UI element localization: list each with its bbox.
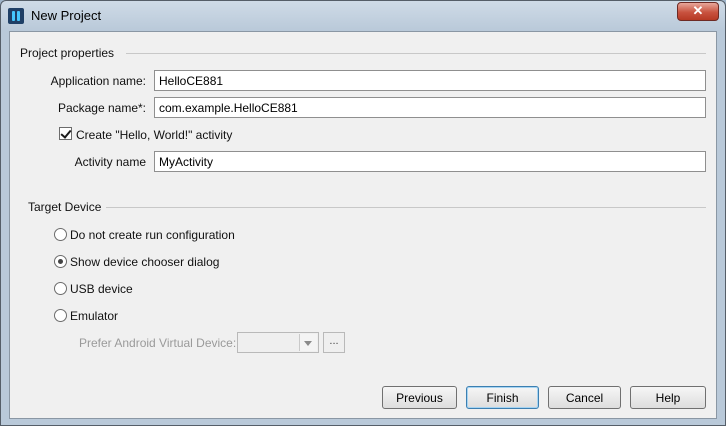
dialog-content: Project properties Application name: Pac… bbox=[9, 31, 717, 419]
radio-show-device-chooser-label[interactable]: Show device chooser dialog bbox=[70, 255, 219, 269]
activity-name-label: Activity name bbox=[74, 155, 146, 169]
create-activity-checkbox[interactable] bbox=[59, 127, 72, 140]
previous-button[interactable]: Previous bbox=[382, 386, 457, 409]
close-icon: ✕ bbox=[692, 3, 704, 18]
radio-emulator[interactable] bbox=[54, 309, 67, 322]
package-name-input[interactable] bbox=[154, 97, 706, 118]
prefer-avd-label: Prefer Android Virtual Device: bbox=[79, 336, 237, 350]
window-title: New Project bbox=[31, 8, 102, 23]
avd-select[interactable] bbox=[237, 332, 319, 353]
intellij-idea-icon bbox=[8, 8, 24, 24]
new-project-dialog: New Project ✕ Project properties Applica… bbox=[0, 0, 726, 426]
radio-usb-device-label[interactable]: USB device bbox=[70, 282, 133, 296]
help-button[interactable]: Help bbox=[630, 386, 706, 409]
radio-show-device-chooser[interactable] bbox=[54, 255, 67, 268]
package-name-label: Package name*: bbox=[57, 101, 146, 115]
radio-no-run-config-label[interactable]: Do not create run configuration bbox=[70, 228, 235, 242]
section-divider bbox=[126, 53, 706, 54]
section-divider bbox=[106, 207, 706, 208]
project-properties-section-title: Project properties bbox=[20, 46, 115, 60]
browse-avd-button[interactable]: ... bbox=[323, 332, 345, 353]
close-button[interactable]: ✕ bbox=[677, 2, 719, 21]
finish-button[interactable]: Finish bbox=[466, 386, 539, 409]
title-bar: New Project ✕ bbox=[1, 1, 725, 31]
application-name-input[interactable] bbox=[154, 70, 706, 91]
radio-no-run-config[interactable] bbox=[54, 228, 67, 241]
target-device-section-title: Target Device bbox=[28, 200, 102, 214]
application-name-label: Application name: bbox=[50, 74, 146, 88]
cancel-button[interactable]: Cancel bbox=[548, 386, 621, 409]
chevron-down-icon bbox=[299, 334, 317, 351]
activity-name-input[interactable] bbox=[154, 151, 706, 172]
radio-usb-device[interactable] bbox=[54, 282, 67, 295]
radio-emulator-label[interactable]: Emulator bbox=[70, 309, 118, 323]
create-activity-label[interactable]: Create "Hello, World!" activity bbox=[76, 128, 232, 142]
